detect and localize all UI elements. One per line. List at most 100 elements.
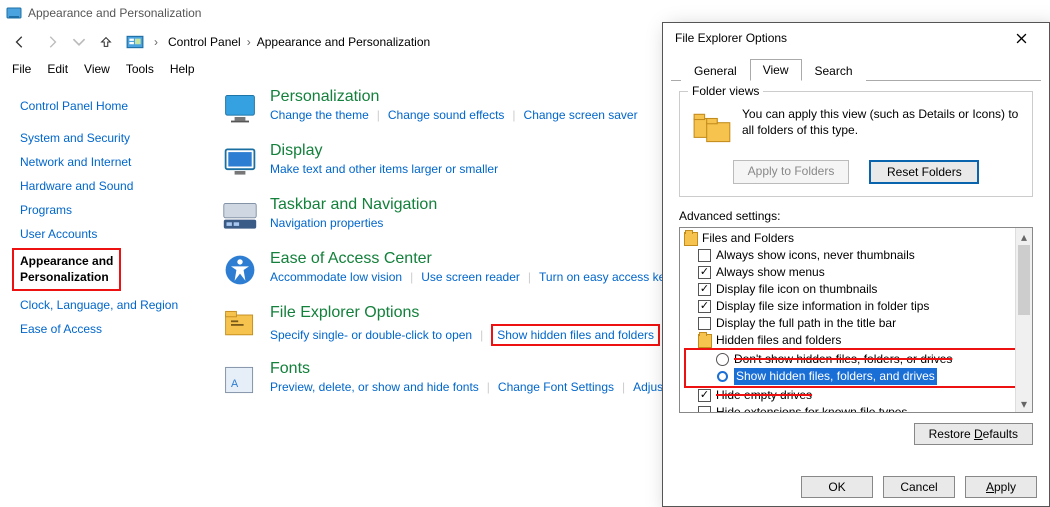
tree-label: Always show menus <box>716 264 825 281</box>
tree-item[interactable]: Always show menus <box>684 264 1030 281</box>
menu-tools[interactable]: Tools <box>120 60 160 78</box>
taskbar-icon <box>220 196 260 236</box>
sidebar-item-programs[interactable]: Programs <box>20 198 206 222</box>
tree-label: Hide empty drives <box>716 387 812 404</box>
tree-label: Hide extensions for known file types <box>716 404 907 413</box>
link-text-size[interactable]: Make text and other items larger or smal… <box>270 162 498 176</box>
menu-view[interactable]: View <box>78 60 116 78</box>
tree-label: Hidden files and folders <box>716 332 841 349</box>
radio[interactable] <box>716 353 729 366</box>
advanced-settings-label: Advanced settings: <box>679 209 1033 223</box>
sidebar-item-appearance[interactable]: Appearance and Personalization <box>20 254 113 285</box>
tree-label: Display the full path in the title bar <box>716 315 896 332</box>
tab-general[interactable]: General <box>681 60 750 81</box>
appearance-icon <box>6 5 22 21</box>
link-change-screensaver[interactable]: Change screen saver <box>524 108 638 122</box>
ease-icon <box>220 250 260 290</box>
close-button[interactable] <box>1001 25 1041 51</box>
tree-item[interactable]: Display file icon on thumbnails <box>684 281 1030 298</box>
folder-views-group: Folder views You can apply this view (su… <box>679 91 1033 197</box>
scroll-up-icon[interactable]: ▴ <box>1016 228 1032 245</box>
sidebar-item-system[interactable]: System and Security <box>20 126 206 150</box>
reset-folders-button[interactable]: Reset Folders <box>869 160 979 184</box>
dialog-buttons: OK Cancel Apply <box>801 476 1037 498</box>
breadcrumb-item[interactable]: Control Panel <box>168 35 241 49</box>
tree-radio-show-hidden[interactable]: Show hidden files, folders, and drives <box>688 368 1026 385</box>
forward-button[interactable] <box>40 30 64 54</box>
tree-label: Display file size information in folder … <box>716 298 929 315</box>
link-preview-fonts[interactable]: Preview, delete, or show and hide fonts <box>270 380 479 394</box>
checkbox[interactable] <box>698 249 711 262</box>
tree-label: Always show icons, never thumbnails <box>716 247 915 264</box>
link-low-vision[interactable]: Accommodate low vision <box>270 270 402 284</box>
folder-views-icon <box>692 108 734 150</box>
sidebar-home[interactable]: Control Panel Home <box>20 94 206 118</box>
sidebar-active-label1: Appearance and <box>20 254 113 268</box>
cat-title-personalization[interactable]: Personalization <box>270 88 638 106</box>
breadcrumb-item[interactable]: Appearance and Personalization <box>257 35 430 49</box>
tree-item[interactable]: Hide extensions for known file types <box>684 404 1030 413</box>
link-font-settings[interactable]: Change Font Settings <box>498 380 614 394</box>
tree-folder-root: Files and Folders <box>684 230 1030 247</box>
tree-item[interactable]: Display the full path in the title bar <box>684 315 1030 332</box>
cat-title-ease[interactable]: Ease of Access Center <box>270 250 677 268</box>
address-icon <box>126 33 144 51</box>
link-show-hidden[interactable]: Show hidden files and folders <box>497 328 654 342</box>
breadcrumb-sep: › <box>152 35 160 49</box>
back-button[interactable] <box>8 30 32 54</box>
restore-defaults-button[interactable]: Restore Defaults <box>914 423 1033 445</box>
scrollbar[interactable]: ▴ ▾ <box>1015 228 1032 412</box>
ok-button[interactable]: OK <box>801 476 873 498</box>
up-button[interactable] <box>94 30 118 54</box>
link-easy-keys[interactable]: Turn on easy access keys <box>539 270 677 284</box>
dialog-title: File Explorer Options <box>671 31 1001 45</box>
tab-view[interactable]: View <box>750 59 802 81</box>
tab-search[interactable]: Search <box>802 60 866 81</box>
apply-button[interactable]: Apply <box>965 476 1037 498</box>
checkbox[interactable] <box>698 283 711 296</box>
cat-title-fonts[interactable]: Fonts <box>270 360 678 378</box>
cat-title-taskbar[interactable]: Taskbar and Navigation <box>270 196 437 214</box>
sidebar-item-network[interactable]: Network and Internet <box>20 150 206 174</box>
link-nav-props[interactable]: Navigation properties <box>270 216 383 230</box>
link-change-theme[interactable]: Change the theme <box>270 108 369 122</box>
checkbox[interactable] <box>698 406 711 413</box>
personalization-icon <box>220 88 260 128</box>
radio[interactable] <box>716 370 729 383</box>
history-dropdown[interactable] <box>72 30 86 54</box>
checkbox[interactable] <box>698 300 711 313</box>
sidebar-item-hardware[interactable]: Hardware and Sound <box>20 174 206 198</box>
sidebar-item-ease[interactable]: Ease of Access <box>20 317 206 341</box>
link-click-open[interactable]: Specify single- or double-click to open <box>270 328 472 342</box>
checkbox[interactable] <box>698 389 711 402</box>
cat-title-display[interactable]: Display <box>270 142 498 160</box>
tree-label: Display file icon on thumbnails <box>716 281 877 298</box>
scroll-thumb[interactable] <box>1018 245 1030 315</box>
checkbox[interactable] <box>698 266 711 279</box>
tree-radio-dont-show[interactable]: Don't show hidden files, folders, or dri… <box>688 351 1026 368</box>
link-screen-reader[interactable]: Use screen reader <box>421 270 520 284</box>
sidebar-item-clock[interactable]: Clock, Language, and Region <box>20 293 206 317</box>
scroll-down-icon[interactable]: ▾ <box>1016 395 1032 412</box>
tree-folder-hidden: Hidden files and folders <box>684 332 1030 349</box>
cancel-button[interactable]: Cancel <box>883 476 955 498</box>
sidebar-item-users[interactable]: User Accounts <box>20 222 206 246</box>
link-change-sound[interactable]: Change sound effects <box>388 108 505 122</box>
tree-label: Don't show hidden files, folders, or dri… <box>734 351 952 368</box>
advanced-settings-tree[interactable]: Files and Folders Always show icons, nev… <box>679 227 1033 413</box>
highlight-show-hidden: Show hidden files and folders <box>491 324 660 346</box>
menu-file[interactable]: File <box>6 60 37 78</box>
checkbox[interactable] <box>698 317 711 330</box>
tree-item[interactable]: Always show icons, never thumbnails <box>684 247 1030 264</box>
hidden-options-highlight: Don't show hidden files, folders, or dri… <box>684 348 1030 388</box>
cat-title-feo[interactable]: File Explorer Options <box>270 304 660 322</box>
tree-label: Files and Folders <box>702 230 794 247</box>
apply-to-folders-button[interactable]: Apply to Folders <box>733 160 850 184</box>
dialog-body: Folder views You can apply this view (su… <box>663 81 1049 453</box>
menu-edit[interactable]: Edit <box>41 60 74 78</box>
menu-help[interactable]: Help <box>164 60 201 78</box>
tree-item[interactable]: Hide empty drives <box>684 387 1030 404</box>
tree-item[interactable]: Display file size information in folder … <box>684 298 1030 315</box>
breadcrumb-sep: › <box>245 35 253 49</box>
sidebar: Control Panel Home System and Security N… <box>20 88 206 414</box>
